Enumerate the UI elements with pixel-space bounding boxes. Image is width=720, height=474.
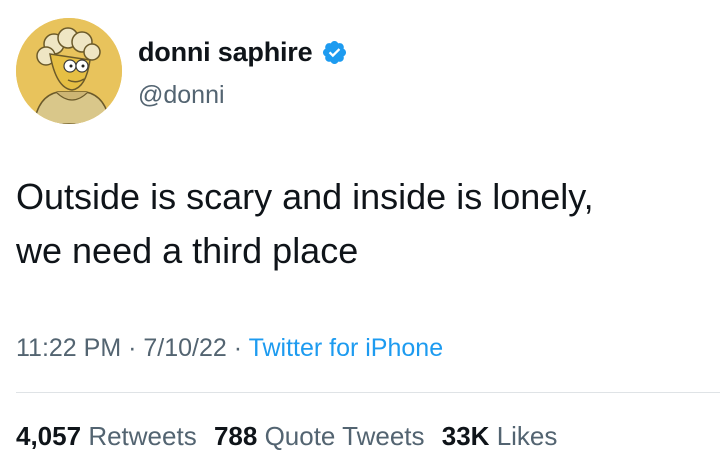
quote-tweets-label: Quote Tweets <box>264 421 425 451</box>
tweet-date[interactable]: 7/10/22 <box>143 334 226 362</box>
retweets-count: 4,057 <box>16 421 82 451</box>
divider <box>16 392 720 393</box>
tweet-source-link[interactable]: Twitter for iPhone <box>249 334 444 362</box>
user-handle[interactable]: @donni <box>138 81 225 110</box>
cartoon-avatar-icon <box>16 18 122 124</box>
avatar[interactable] <box>16 18 122 124</box>
meta-separator: · <box>226 334 249 362</box>
verified-badge-icon <box>323 40 347 65</box>
quote-tweets-stat[interactable]: 788 Quote Tweets <box>214 421 425 451</box>
tweet-meta: 11:22 PM · 7/10/22 · Twitter for iPhone <box>16 334 443 363</box>
tweet-time[interactable]: 11:22 PM <box>16 334 121 362</box>
likes-stat[interactable]: 33K Likes <box>442 421 558 451</box>
retweets-stat[interactable]: 4,057 Retweets <box>16 421 197 451</box>
tweet-stats: 4,057 Retweets 788 Quote Tweets 33K Like… <box>16 421 567 452</box>
meta-separator: · <box>121 334 144 362</box>
tweet-text: Outside is scary and inside is lonely, w… <box>16 176 594 271</box>
likes-label: Likes <box>496 421 558 451</box>
likes-count: 33K <box>441 421 490 451</box>
quote-tweets-count: 788 <box>213 421 258 451</box>
display-name[interactable]: donni saphire <box>138 37 313 68</box>
retweets-label: Retweets <box>88 421 197 451</box>
user-name-row: donni saphire <box>138 37 348 68</box>
